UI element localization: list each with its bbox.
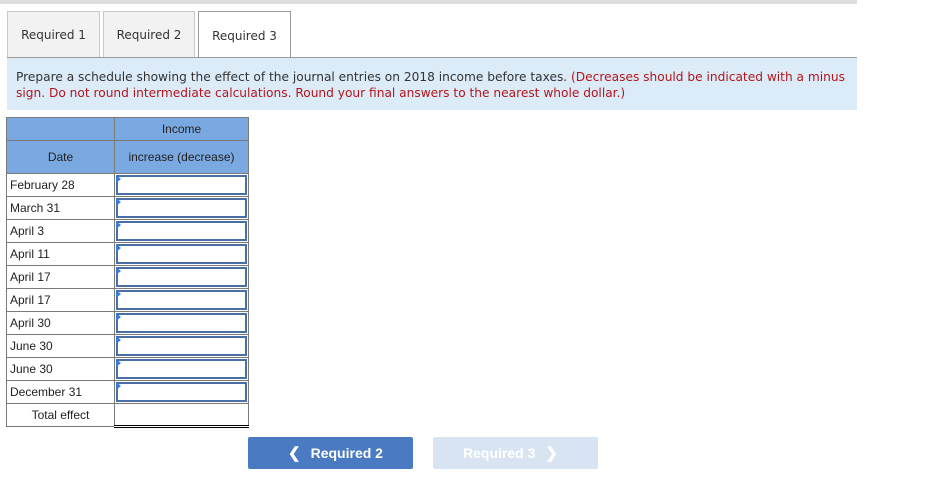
input-flag-icon [116,336,121,344]
input-flag-icon [116,267,121,275]
income-change-input[interactable] [114,219,249,243]
chevron-right-icon: ❯ [545,445,558,462]
chevron-left-icon: ❮ [288,445,301,462]
row-date: June 30 [6,357,115,381]
income-change-input[interactable] [114,196,249,220]
total-label: Total effect [6,403,115,427]
table-row: December 31 [6,380,249,404]
header-blank [6,117,115,141]
income-change-input[interactable] [114,288,249,312]
income-change-input[interactable] [114,334,249,358]
header-date: Date [6,140,115,174]
top-divider [0,0,857,4]
row-date: April 30 [6,311,115,335]
row-date: April 17 [6,265,115,289]
input-box[interactable] [116,175,247,195]
input-box[interactable] [116,382,247,402]
table-row: April 11 [6,242,249,266]
row-date: March 31 [6,196,115,220]
input-box[interactable] [116,198,247,218]
prev-required-2-button[interactable]: ❮ Required 2 [248,437,413,469]
input-box[interactable] [116,221,247,241]
input-box[interactable] [116,359,247,379]
table-row: April 3 [6,219,249,243]
next-button-label: Required 3 [463,445,536,461]
table-row: April 17 [6,265,249,289]
header-income: Income [114,117,249,141]
table-row: April 30 [6,311,249,335]
income-change-input[interactable] [114,173,249,197]
row-date: June 30 [6,334,115,358]
row-date: April 17 [6,288,115,312]
row-date: April 11 [6,242,115,266]
table-row: February 28 [6,173,249,197]
table-row: June 30 [6,334,249,358]
table-row: June 30 [6,357,249,381]
income-change-input[interactable] [114,357,249,381]
input-box[interactable] [116,290,247,310]
input-flag-icon [116,290,121,298]
income-schedule-table: Income Date increase (decrease) February… [6,117,249,428]
total-row: Total effect [6,403,249,428]
row-date: April 3 [6,219,115,243]
income-change-input[interactable] [114,380,249,404]
prev-button-label: Required 2 [310,445,383,461]
instructions-panel: Prepare a schedule showing the effect of… [7,58,857,110]
header-increase-decrease: increase (decrease) [114,140,249,174]
tab-bar: Required 1 Required 2 Required 3 [7,11,294,59]
tab-required-3[interactable]: Required 3 [198,11,291,59]
instructions-text: Prepare a schedule showing the effect of… [16,70,568,84]
total-effect-input[interactable] [114,403,249,428]
input-box[interactable] [116,244,247,264]
input-box[interactable] [116,336,247,356]
input-flag-icon [116,198,121,206]
tab-required-2[interactable]: Required 2 [103,11,195,58]
input-flag-icon [116,175,121,183]
income-change-input[interactable] [114,311,249,335]
table-row: April 17 [6,288,249,312]
tab-required-1[interactable]: Required 1 [7,11,100,58]
income-change-input[interactable] [114,265,249,289]
input-flag-icon [116,244,121,252]
input-flag-icon [116,221,121,229]
input-flag-icon [116,382,121,390]
next-required-3-button[interactable]: Required 3 ❯ [433,437,598,469]
input-flag-icon [116,359,121,367]
income-change-input[interactable] [114,242,249,266]
row-date: December 31 [6,380,115,404]
input-box[interactable] [116,267,247,287]
input-box[interactable] [116,313,247,333]
row-date: February 28 [6,173,115,197]
input-flag-icon [116,313,121,321]
table-row: March 31 [6,196,249,220]
